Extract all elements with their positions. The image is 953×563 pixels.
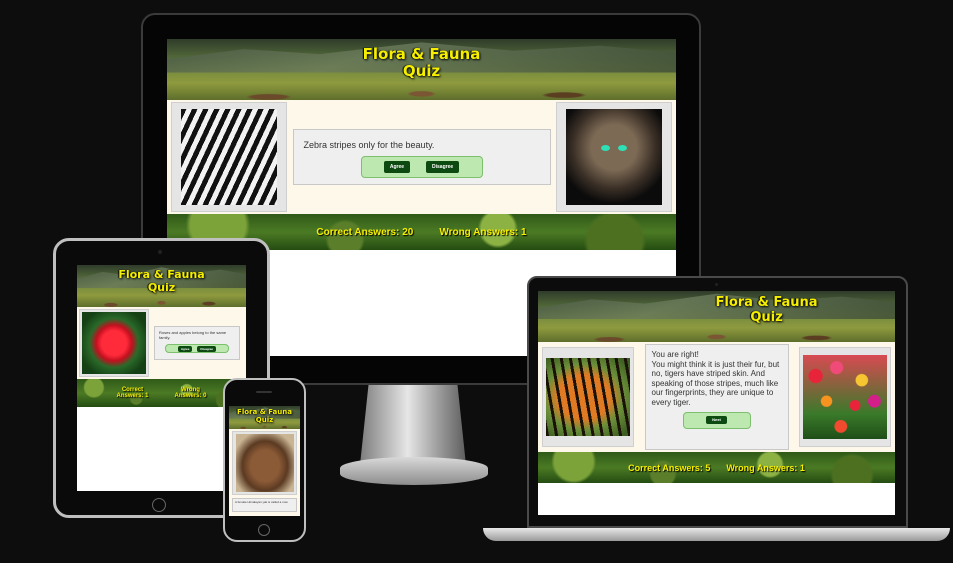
phone-screen: Flora & Fauna Quiz A female Himalayan ya… <box>229 406 300 516</box>
monitor-stand-neck <box>360 385 466 465</box>
tablet-answer-buttons: Agree Disagree <box>165 344 229 353</box>
laptop-correct-answers: Correct Answers: 5 <box>628 462 711 473</box>
cat-image <box>566 109 662 205</box>
tablet-agree-button[interactable]: Agree <box>177 345 193 352</box>
rose-image <box>82 312 146 374</box>
monitor-stand-base <box>340 457 488 485</box>
question-text: Zebra stripes only for the beauty. <box>303 140 435 150</box>
tablet-image-frame <box>79 309 149 377</box>
tablet-page-title: Flora & Fauna Quiz <box>118 268 205 294</box>
agree-button[interactable]: Agree <box>383 161 411 173</box>
phone-speaker <box>256 391 272 393</box>
phone-page-title: Flora & Fauna Quiz <box>237 408 292 425</box>
tablet-question-text: Roses and apples belong to the same fami… <box>159 330 227 340</box>
tablet-screen: Flora & Fauna Quiz Roses and apples belo… <box>77 265 246 491</box>
laptop-left-image-frame <box>542 347 634 447</box>
hero-banner: Flora & Fauna Quiz <box>167 39 676 100</box>
phone-image-frame <box>232 431 297 495</box>
tulips-image <box>803 355 887 439</box>
feedback-title: You are right! <box>651 350 699 359</box>
laptop-wrong-answers: Wrong Answers: 1 <box>726 462 805 473</box>
tablet-hero-banner: Flora & Fauna Quiz <box>77 265 246 307</box>
laptop-screen: Flora & Fauna Quiz You are right! You mi… <box>538 291 895 515</box>
tablet-correct-answers: Correct Answers: 1 <box>116 387 149 399</box>
laptop-score-bar: Correct Answers: 5 Wrong Answers: 1 <box>538 452 895 483</box>
phone-home-button <box>258 524 270 536</box>
laptop-hero-banner: Flora & Fauna Quiz <box>538 291 895 342</box>
tablet-wrong-answers: Wrong Answers: 0 <box>174 387 207 399</box>
correct-answers: Correct Answers: 20 <box>316 226 414 238</box>
right-image-frame <box>556 102 672 212</box>
phone-question-box: A female Himalayan yak is called a cow. <box>232 498 297 512</box>
phone-hero-banner: Flora & Fauna Quiz <box>229 406 300 429</box>
laptop-right-image-frame <box>799 347 891 447</box>
page-title: Flora & Fauna Quiz <box>362 45 481 81</box>
quiz-area: Zebra stripes only for the beauty. Agree… <box>167 100 676 214</box>
laptop-page-title: Flora & Fauna Quiz <box>715 295 818 325</box>
laptop-next-wrap: Next <box>682 411 751 429</box>
tiger-image <box>546 358 630 436</box>
yak-image <box>235 434 294 492</box>
laptop-camera <box>715 283 718 286</box>
feedback-text: You might think it is just their fur, bu… <box>651 359 780 407</box>
tablet-home-button <box>152 498 166 512</box>
answer-buttons: Agree Disagree <box>360 156 483 178</box>
zebra-image <box>181 109 277 205</box>
disagree-button[interactable]: Disagree <box>426 161 460 173</box>
tablet-question-box: Roses and apples belong to the same fami… <box>154 326 240 360</box>
wrong-answers: Wrong Answers: 1 <box>439 226 527 238</box>
tablet-disagree-button[interactable]: Disagree <box>197 345 217 352</box>
phone-quiz-area: A female Himalayan yak is called a cow. <box>229 429 300 516</box>
phone-question-text: A female Himalayan yak is called a cow. <box>235 500 289 504</box>
tablet-quiz-area: Roses and apples belong to the same fami… <box>77 307 246 379</box>
tablet-score-bar: Correct Answers: 1 Wrong Answers: 0 <box>77 379 246 407</box>
next-button[interactable]: Next <box>706 415 727 425</box>
laptop-quiz-area: You are right! You might think it is jus… <box>538 342 895 452</box>
tablet-camera <box>158 250 162 254</box>
laptop-feedback-box: You are right! You might think it is jus… <box>644 344 789 450</box>
left-image-frame <box>171 102 287 212</box>
question-box: Zebra stripes only for the beauty. Agree… <box>292 129 551 185</box>
laptop-base <box>483 528 950 541</box>
